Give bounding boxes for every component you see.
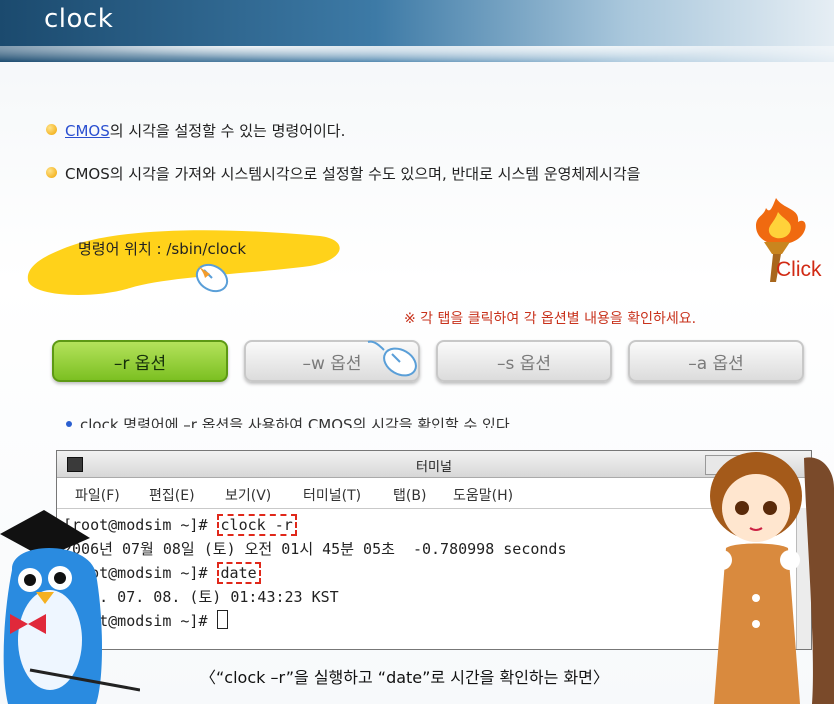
tab-label: –s 옵션 xyxy=(496,353,552,374)
penguin-mascot xyxy=(0,510,140,704)
tab-label: –r 옵션 xyxy=(113,353,167,374)
tab-label: –a 옵션 xyxy=(688,353,744,374)
girl-character xyxy=(710,452,834,704)
tab-s-option[interactable]: –s 옵션 xyxy=(436,340,612,382)
menu-help[interactable]: 도움말(H) xyxy=(453,485,513,505)
figure-caption: 〈“clock –r”을 실행하고 “date”로 시간을 확인하는 화면〉 xyxy=(200,668,609,687)
tab-notice: ※ 각 탭을 클릭하여 각 옵션별 내용을 확인하세요. xyxy=(404,311,697,327)
menu-tab[interactable]: 탭(B) xyxy=(393,485,426,505)
bullet-item-1: CMOS의 시각을 설정할 수 있는 명령어이다. xyxy=(46,120,345,141)
terminal-title: 터미널 xyxy=(416,460,452,475)
command-date: date xyxy=(216,562,261,584)
terminal-menubar: 파일(F) 편집(E) 보기(V) 터미널(T) 탭(B) 도움말(H) xyxy=(57,478,811,509)
menu-file[interactable]: 파일(F) xyxy=(75,485,120,505)
menu-terminal[interactable]: 터미널(T) xyxy=(303,485,361,505)
highlight-blob xyxy=(27,230,340,295)
tab-a-option[interactable]: –a 옵션 xyxy=(628,340,804,382)
cmos-link[interactable]: CMOS xyxy=(65,122,110,140)
tab-label: –w 옵션 xyxy=(302,353,362,374)
tab-description: clock 명령어에 –r 옵션을 사용하여 CMOS의 시각을 확인할 수 있… xyxy=(66,414,510,428)
bullet-text-1: 의 시각을 설정할 수 있는 명령어이다. xyxy=(109,122,346,140)
terminal-titlebar[interactable]: 터미널 xyxy=(57,451,811,478)
bullet-item-2: CMOS의 시각을 가져와 시스템시각으로 설정할 수도 있으며, 반대로 시스… xyxy=(46,163,640,184)
menu-edit[interactable]: 편집(E) xyxy=(149,485,195,505)
bullet-dot-icon xyxy=(46,167,57,178)
terminal-cursor xyxy=(216,610,228,629)
terminal-window[interactable]: 터미널 파일(F) 편집(E) 보기(V) 터미널(T) 탭(B) 도움말(H)… xyxy=(56,450,812,650)
click-label[interactable]: Click xyxy=(776,258,822,282)
bullet-dot-icon xyxy=(46,124,57,135)
mouse-icon xyxy=(367,340,417,377)
bullet-dot-icon xyxy=(66,421,72,427)
command-clock-r: clock -r xyxy=(216,514,297,536)
mouse-icon xyxy=(195,263,229,293)
bullet-text-2: CMOS의 시각을 가져와 시스템시각으로 설정할 수도 있으며, 반대로 시스… xyxy=(65,165,641,183)
tab-description-text: clock 명령어에 –r 옵션을 사용하여 CMOS의 시각을 확인할 수 있… xyxy=(80,416,510,428)
header-banner: clock xyxy=(0,0,834,62)
terminal-output[interactable]: [root@modsim ~]# clock -r 2006년 07월 08일 … xyxy=(57,509,811,633)
tab-r-option[interactable]: –r 옵션 xyxy=(52,340,228,382)
page-title: clock xyxy=(44,4,114,34)
menu-view[interactable]: 보기(V) xyxy=(225,485,271,505)
